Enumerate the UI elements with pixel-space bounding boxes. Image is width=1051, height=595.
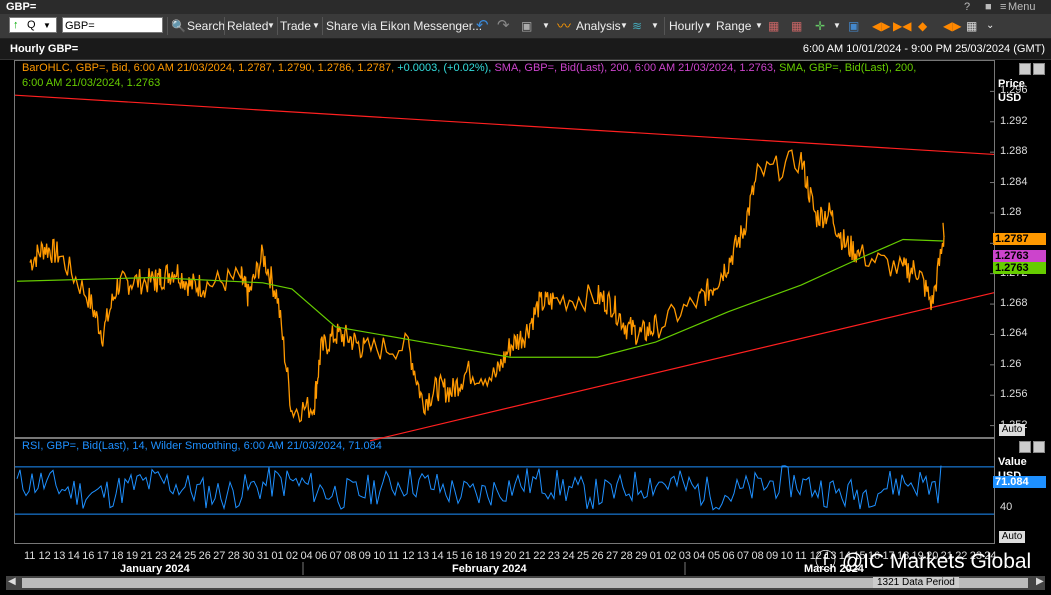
scroll-right-icon[interactable]: ▶ bbox=[1036, 576, 1044, 587]
price-series-line bbox=[29, 149, 945, 423]
x-day-label: 11 bbox=[24, 550, 36, 562]
x-day-label: 10 bbox=[373, 550, 386, 562]
x-day-label: 13 bbox=[416, 550, 430, 562]
x-day-label: 19 bbox=[125, 550, 139, 562]
trendline-lower bbox=[369, 292, 995, 442]
x-day-label: 08 bbox=[751, 550, 764, 562]
x-day-label: 18 bbox=[475, 550, 488, 562]
x-day-label: 21 bbox=[518, 550, 531, 562]
x-day-label: 09 bbox=[358, 550, 371, 562]
x-day-label: 12 bbox=[38, 550, 51, 562]
x-day-label: 06 bbox=[315, 550, 328, 562]
x-day-label: 15 bbox=[445, 550, 459, 562]
x-day-label: 19 bbox=[489, 550, 502, 562]
x-day-label: 06 bbox=[722, 550, 735, 562]
scroll-left-icon[interactable]: ◀ bbox=[8, 576, 16, 587]
watermark: ⓕ @IC Markets Global bbox=[815, 545, 1031, 575]
x-day-label: 23 bbox=[154, 550, 168, 562]
x-day-label: 25 bbox=[184, 550, 197, 562]
x-day-label: 23 bbox=[547, 550, 561, 562]
x-day-label: 12 bbox=[402, 550, 415, 562]
x-day-label: 07 bbox=[329, 550, 342, 562]
x-day-label: 02 bbox=[285, 550, 299, 562]
x-day-label: 04 bbox=[300, 550, 313, 562]
x-day-label: 21 bbox=[140, 550, 153, 562]
price-chart bbox=[14, 90, 995, 575]
x-day-label: 01 bbox=[271, 550, 284, 562]
x-day-label: 25 bbox=[576, 550, 590, 562]
x-day-label: 24 bbox=[169, 550, 182, 562]
x-day-label: 04 bbox=[693, 550, 706, 562]
x-day-label: 22 bbox=[533, 550, 546, 562]
facebook-icon: ⓕ bbox=[815, 550, 836, 573]
x-day-label: 11 bbox=[795, 550, 807, 562]
data-period-label: 1321 Data Period bbox=[873, 577, 959, 588]
x-day-label: 05 bbox=[707, 550, 721, 562]
x-day-label: 03 bbox=[678, 550, 691, 562]
x-day-label: 17 bbox=[96, 550, 109, 562]
month-label-jan: January 2024 bbox=[120, 563, 190, 575]
x-day-label: 10 bbox=[780, 550, 793, 562]
month-label-feb: February 2024 bbox=[452, 563, 527, 575]
x-day-label: 28 bbox=[620, 550, 633, 562]
x-day-label: 09 bbox=[766, 550, 779, 562]
x-day-label: 27 bbox=[213, 550, 226, 562]
x-day-label: 24 bbox=[562, 550, 575, 562]
rsi-series-line bbox=[16, 465, 942, 511]
x-day-label: 30 bbox=[242, 550, 255, 562]
x-day-label: 14 bbox=[431, 550, 444, 562]
x-day-label: 18 bbox=[111, 550, 124, 562]
x-day-label: 08 bbox=[344, 550, 357, 562]
x-day-label: 11 bbox=[387, 550, 400, 562]
x-day-label: 16 bbox=[82, 550, 95, 562]
x-day-label: 02 bbox=[664, 550, 677, 562]
x-day-label: 26 bbox=[591, 550, 604, 562]
x-day-label: 20 bbox=[504, 550, 517, 562]
x-day-label: 29 bbox=[635, 550, 648, 562]
watermark-text: @IC Markets Global bbox=[841, 550, 1032, 573]
x-day-label: 28 bbox=[227, 550, 240, 562]
trendline-upper bbox=[14, 94, 995, 156]
sma-series-line bbox=[16, 238, 944, 358]
x-day-label: 26 bbox=[198, 550, 211, 562]
x-day-label: 14 bbox=[67, 550, 80, 562]
x-day-label: 13 bbox=[53, 550, 66, 562]
x-day-label: 16 bbox=[460, 550, 473, 562]
x-day-label: 07 bbox=[736, 550, 750, 562]
x-day-label: 31 bbox=[256, 550, 270, 562]
x-day-label: 27 bbox=[606, 550, 619, 562]
x-day-label: 01 bbox=[649, 550, 662, 562]
